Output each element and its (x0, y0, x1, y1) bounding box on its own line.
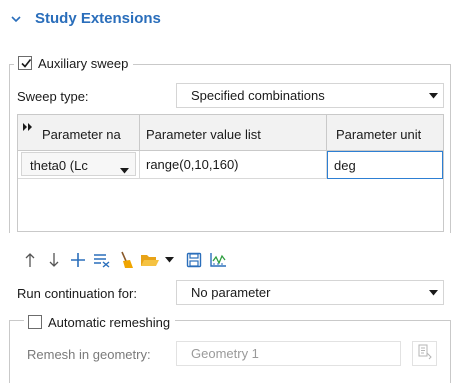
save-icon[interactable] (183, 249, 205, 271)
move-up-icon[interactable] (19, 249, 41, 271)
auxiliary-sweep-checkbox-row[interactable]: Auxiliary sweep (14, 52, 134, 74)
column-header-parameter-name[interactable]: Parameter na (18, 115, 140, 151)
table-cell-parameter[interactable]: theta0 (Lc (18, 151, 140, 179)
parameter-table: Parameter na Parameter value list Parame… (17, 114, 444, 232)
go-to-source-icon (418, 344, 432, 363)
column-header-label: Parameter unit (336, 127, 422, 142)
table-toolbar (19, 248, 231, 272)
automatic-remeshing-label: Automatic remeshing (48, 314, 171, 330)
sweep-type-value: Specified combinations (191, 88, 325, 103)
run-continuation-label: Run continuation for: (17, 286, 137, 301)
dropdown-arrow-icon (120, 162, 129, 177)
expand-columns-icon[interactable] (23, 119, 33, 134)
section-title: Study Extensions (35, 10, 161, 27)
table-cell-unit[interactable]: deg (327, 151, 443, 179)
table-cell-value-list[interactable]: range(0,10,160) (140, 151, 327, 179)
parameter-select[interactable]: theta0 (Lc (21, 152, 136, 176)
plot-icon[interactable] (207, 249, 229, 271)
dropdown-arrow-icon (423, 92, 443, 99)
automatic-remeshing-checkbox[interactable] (28, 315, 42, 329)
go-to-source-button[interactable] (412, 341, 437, 366)
remesh-geometry-select[interactable]: Geometry 1 (176, 341, 401, 366)
dropdown-arrow-icon (423, 289, 443, 296)
add-icon[interactable] (67, 249, 89, 271)
parameter-select-value: theta0 (Lc (30, 158, 88, 173)
auxiliary-sweep-label: Auxiliary sweep (38, 55, 129, 71)
clear-icon[interactable] (115, 249, 137, 271)
run-continuation-value: No parameter (191, 285, 271, 300)
column-header-parameter-unit[interactable]: Parameter unit (327, 115, 443, 151)
section-header-study-extensions[interactable]: Study Extensions (0, 0, 453, 40)
run-continuation-select[interactable]: No parameter (176, 280, 444, 305)
remesh-in-geometry-label: Remesh in geometry: (27, 347, 151, 362)
column-header-parameter-value-list[interactable]: Parameter value list (140, 115, 327, 151)
sweep-type-label: Sweep type: (17, 89, 89, 104)
dropdown-arrow-icon[interactable] (163, 249, 175, 271)
load-from-file-icon[interactable] (139, 249, 161, 271)
auxiliary-sweep-checkbox[interactable] (18, 56, 32, 70)
automatic-remeshing-checkbox-row[interactable]: Automatic remeshing (24, 311, 176, 333)
column-header-label: Parameter value list (146, 127, 261, 142)
chevron-down-icon[interactable] (9, 12, 23, 26)
move-down-icon[interactable] (43, 249, 65, 271)
column-header-label: Parameter na (42, 127, 121, 142)
unit-text: deg (334, 158, 356, 173)
sweep-type-select[interactable]: Specified combinations (176, 83, 444, 108)
value-list-text: range(0,10,160) (146, 157, 239, 172)
remesh-geometry-value: Geometry 1 (191, 346, 259, 361)
delete-icon[interactable] (91, 249, 113, 271)
